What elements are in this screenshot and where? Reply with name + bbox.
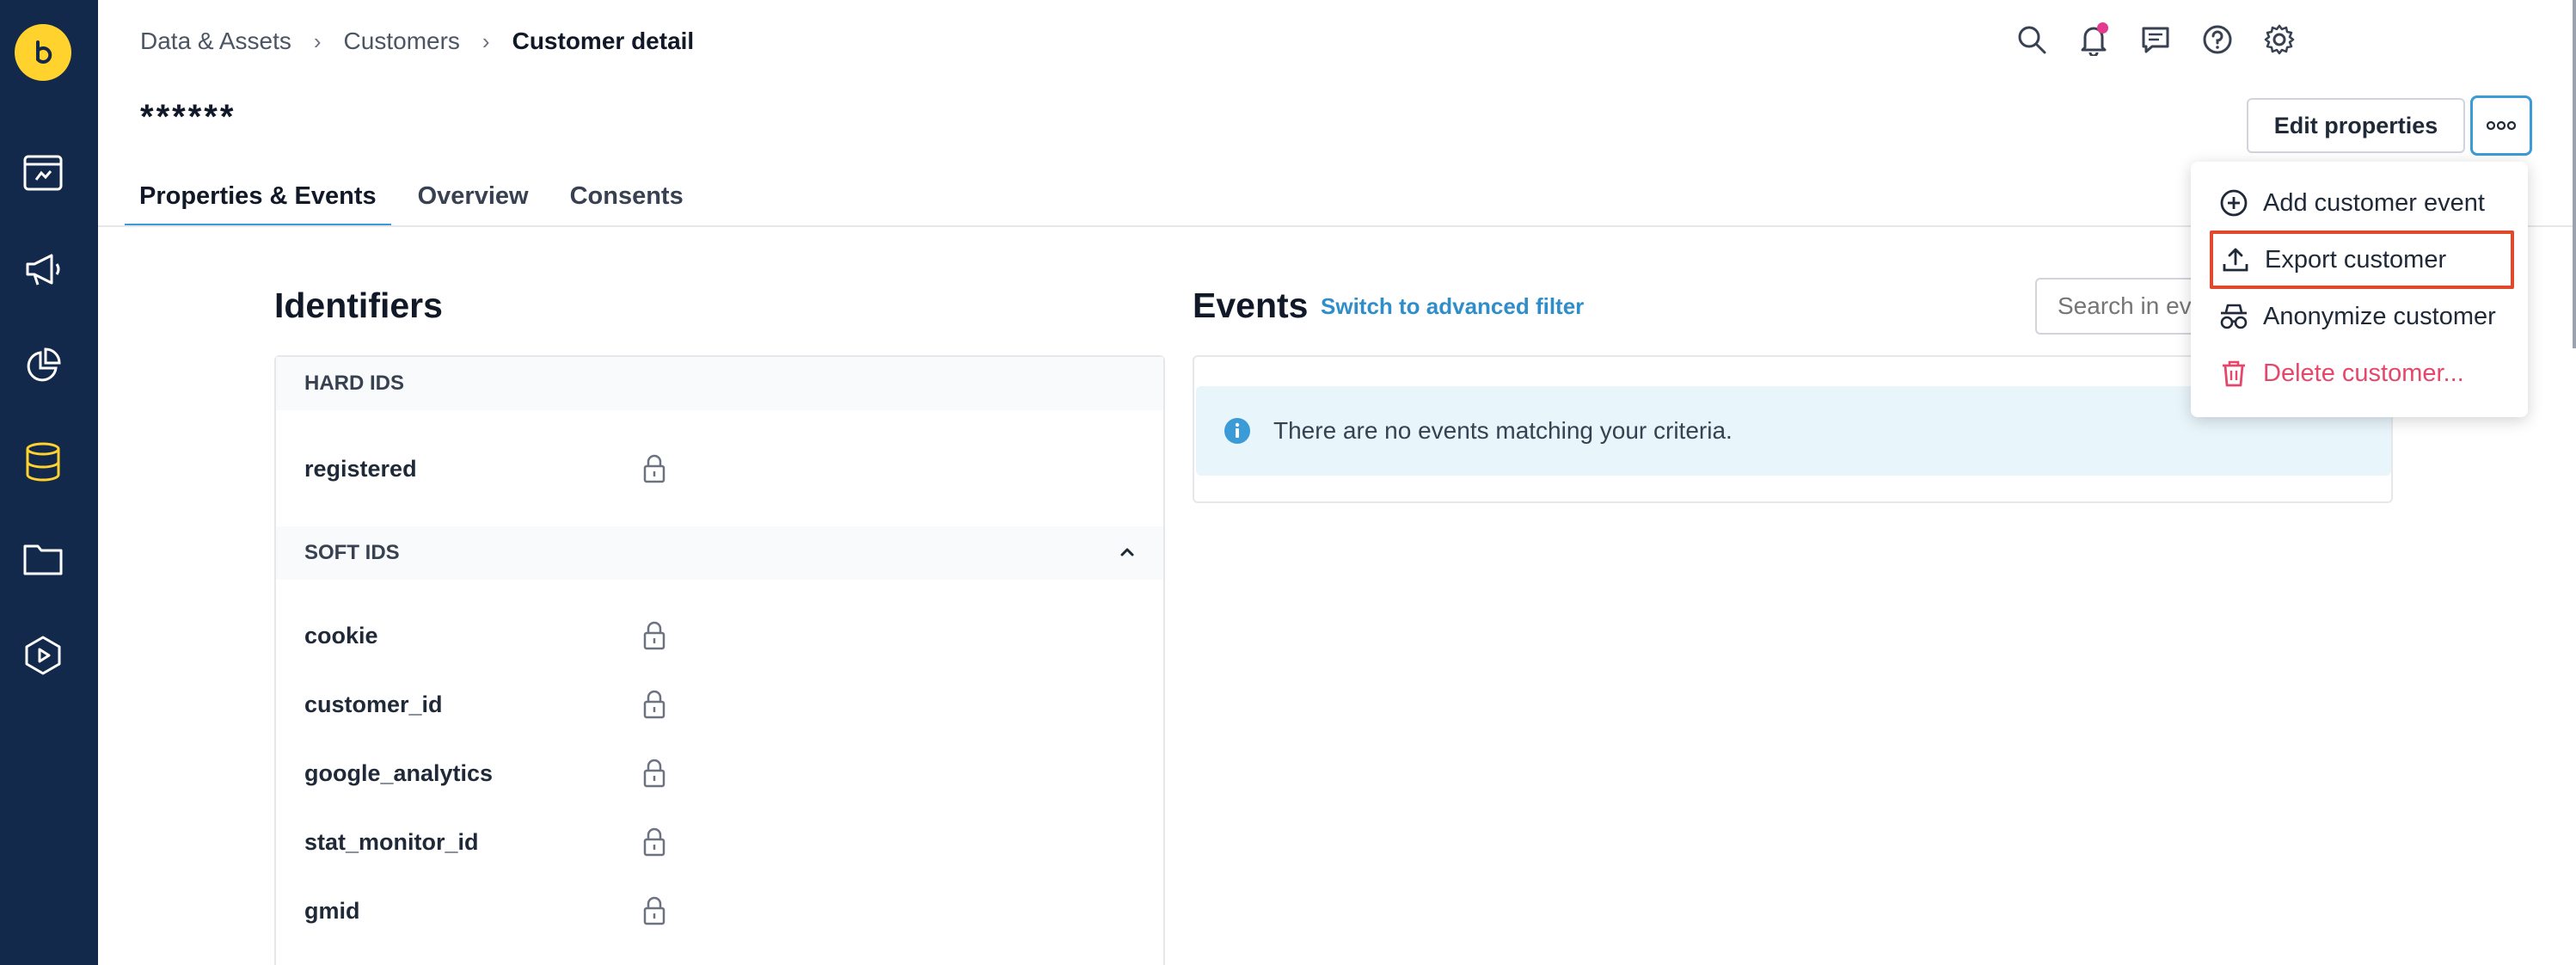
identifier-name: google_analytics: [304, 759, 494, 786]
breadcrumb-data-assets[interactable]: Data & Assets: [140, 28, 291, 55]
notification-dot: [2097, 22, 2108, 34]
sidebar: [0, 0, 98, 965]
page-title: ******: [140, 98, 236, 136]
plus-circle-icon: [2218, 187, 2249, 218]
search-icon[interactable]: [2012, 20, 2052, 59]
menu-item-delete-customer[interactable]: Delete customer...: [2208, 346, 2514, 401]
chat-icon[interactable]: [2136, 20, 2175, 59]
breadcrumb-customers[interactable]: Customers: [344, 28, 460, 55]
trash-icon: [2218, 358, 2249, 389]
lock-icon: [641, 758, 667, 789]
menu-item-add-event[interactable]: Add customer event: [2208, 175, 2514, 230]
help-icon[interactable]: [2198, 20, 2237, 59]
identifier-name: registered: [304, 455, 417, 482]
identifier-row: stat_monitor_id: [304, 825, 667, 859]
identifier-row: gmid: [304, 894, 667, 928]
analytics-pie-icon[interactable]: [19, 341, 67, 390]
lock-icon: [641, 453, 667, 484]
assets-folder-icon[interactable]: [19, 535, 67, 583]
menu-item-label: Delete customer...: [2263, 359, 2464, 387]
more-dots-icon: [2487, 120, 2516, 131]
chevron-right-icon: ›: [313, 28, 322, 54]
more-options-menu: Add customer event Export customer Anony…: [2191, 162, 2528, 417]
identifier-row: cookie: [304, 618, 667, 653]
menu-item-export-customer[interactable]: Export customer: [2210, 230, 2514, 289]
identifiers-panel: HARD IDS registered SOFT IDS cookie cust…: [274, 355, 1165, 965]
info-icon: [1224, 418, 1250, 444]
empty-events-message: There are no events matching your criter…: [1273, 417, 1733, 444]
breadcrumb: Data & Assets › Customers › Customer det…: [140, 26, 694, 57]
campaigns-megaphone-icon[interactable]: [19, 245, 67, 293]
upload-icon: [2220, 244, 2251, 275]
identifier-row: google_analytics: [304, 756, 667, 790]
dashboard-icon[interactable]: [19, 149, 67, 197]
menu-item-label: Add customer event: [2263, 188, 2485, 217]
lock-icon: [641, 689, 667, 720]
hard-ids-header: HARD IDS: [276, 357, 1163, 410]
scenarios-play-icon[interactable]: [19, 631, 67, 679]
identifier-name: cookie: [304, 622, 378, 648]
notifications-bell-icon[interactable]: [2074, 20, 2113, 59]
tab-bar: Properties & Events Overview Consents: [125, 170, 698, 227]
more-options-button[interactable]: [2470, 95, 2532, 156]
spy-icon: [2218, 301, 2249, 332]
identifier-row: registered: [304, 452, 667, 486]
brand-logo[interactable]: [15, 24, 71, 81]
tab-consents[interactable]: Consents: [555, 170, 698, 227]
advanced-filter-link[interactable]: Switch to advanced filter: [1321, 293, 1584, 320]
events-heading: Events: [1193, 286, 1309, 325]
data-database-icon[interactable]: [19, 438, 67, 486]
chevron-up-icon[interactable]: [1117, 542, 1138, 562]
lock-icon: [641, 620, 667, 651]
menu-item-label: Export customer: [2265, 245, 2447, 274]
menu-item-anonymize[interactable]: Anonymize customer: [2208, 289, 2514, 344]
identifiers-heading: Identifiers: [274, 286, 443, 325]
lock-icon: [641, 895, 667, 926]
tab-properties-events[interactable]: Properties & Events: [125, 170, 391, 227]
identifier-name: gmid: [304, 897, 360, 924]
soft-ids-label: SOFT IDS: [304, 541, 400, 564]
chevron-right-icon: ›: [481, 28, 490, 54]
lock-icon: [641, 827, 667, 857]
menu-item-label: Anonymize customer: [2263, 302, 2496, 330]
breadcrumb-current: Customer detail: [512, 28, 695, 54]
edit-properties-button[interactable]: Edit properties: [2247, 98, 2465, 153]
top-toolbar: [2012, 19, 2299, 60]
settings-gear-icon[interactable]: [2260, 20, 2299, 59]
hard-ids-label: HARD IDS: [304, 372, 405, 395]
scrollbar[interactable]: [2573, 0, 2576, 348]
tab-overview[interactable]: Overview: [403, 170, 543, 227]
soft-ids-header[interactable]: SOFT IDS: [276, 526, 1163, 580]
identifier-row: customer_id: [304, 687, 667, 722]
identifier-name: stat_monitor_id: [304, 828, 479, 855]
identifier-name: customer_id: [304, 691, 443, 717]
